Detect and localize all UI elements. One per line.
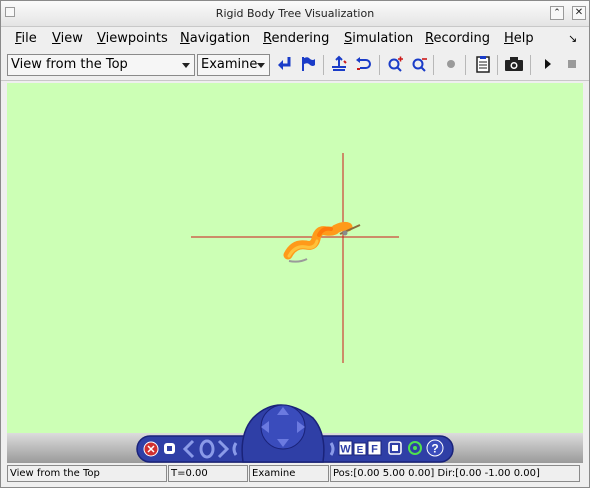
menu-navigation[interactable]: Navigation <box>180 31 250 46</box>
toolbar-separator <box>379 55 380 75</box>
menu-rendering[interactable]: Rendering <box>263 31 329 46</box>
walk-mode-label: W <box>340 444 351 456</box>
toolbar-separator <box>433 55 434 75</box>
menu-bar: File View Viewpoints Navigation Renderin… <box>1 27 589 51</box>
menu-simulation[interactable]: Simulation <box>344 31 413 46</box>
mode-select[interactable]: Examine <box>197 54 270 76</box>
status-time: T=0.00 <box>168 465 248 482</box>
straighten-up-icon[interactable] <box>329 55 349 75</box>
help-glyph: ? <box>431 442 438 456</box>
flag-icon[interactable] <box>298 55 318 75</box>
undo-icon[interactable] <box>353 55 373 75</box>
menu-viewpoints[interactable]: Viewpoints <box>97 31 168 46</box>
record-dot-icon[interactable] <box>441 55 461 75</box>
menu-view[interactable]: View <box>52 31 83 46</box>
robot-arm-model[interactable] <box>283 221 361 263</box>
camera-icon[interactable] <box>504 55 524 75</box>
examine-mode-label: E <box>357 445 364 456</box>
status-viewpoint: View from the Top <box>7 465 167 482</box>
chevron-down-icon <box>182 63 190 68</box>
status-bar: View from the Top T=0.00 Examine Pos:[0.… <box>1 464 589 487</box>
toolbar-separator <box>465 55 466 75</box>
window-title: Rigid Body Tree Visualization <box>215 7 375 20</box>
clipboard-icon[interactable] <box>473 55 493 75</box>
mode-select-value: Examine <box>201 57 258 72</box>
viewpoint-select[interactable]: View from the Top <box>7 54 195 76</box>
toolbar-separator <box>530 55 531 75</box>
toolbar: View from the Top Examine <box>1 51 589 81</box>
scene-viewport[interactable] <box>7 83 583 433</box>
menu-file[interactable]: File <box>15 31 37 46</box>
toolbar-separator <box>323 55 324 75</box>
viewpoint-select-value: View from the Top <box>11 57 128 72</box>
navigator-strip: W E F ? <box>7 404 583 463</box>
window-restore-button[interactable]: ⌃ <box>550 6 564 20</box>
menu-overflow-icon[interactable]: ↘ <box>568 32 577 45</box>
menu-recording[interactable]: Recording <box>425 31 490 46</box>
play-icon[interactable] <box>538 55 558 75</box>
stop-icon[interactable] <box>562 55 582 75</box>
return-arrow-icon[interactable] <box>275 55 295 75</box>
chevron-down-icon <box>257 63 265 68</box>
window-close-button[interactable]: ✕ <box>572 6 586 20</box>
status-mode: Examine <box>249 465 329 482</box>
toolbar-separator <box>497 55 498 75</box>
status-position: Pos:[0.00 5.00 0.00] Dir:[0.00 -1.00 0.0… <box>330 465 580 482</box>
menu-help[interactable]: Help <box>504 31 534 46</box>
zoom-out-icon[interactable] <box>409 55 429 75</box>
app-window: Rigid Body Tree Visualization ⌃ ✕ File V… <box>0 0 590 488</box>
title-bar: Rigid Body Tree Visualization ⌃ ✕ <box>1 1 589 27</box>
zoom-in-icon[interactable] <box>385 55 405 75</box>
fly-mode-label: F <box>371 444 378 456</box>
